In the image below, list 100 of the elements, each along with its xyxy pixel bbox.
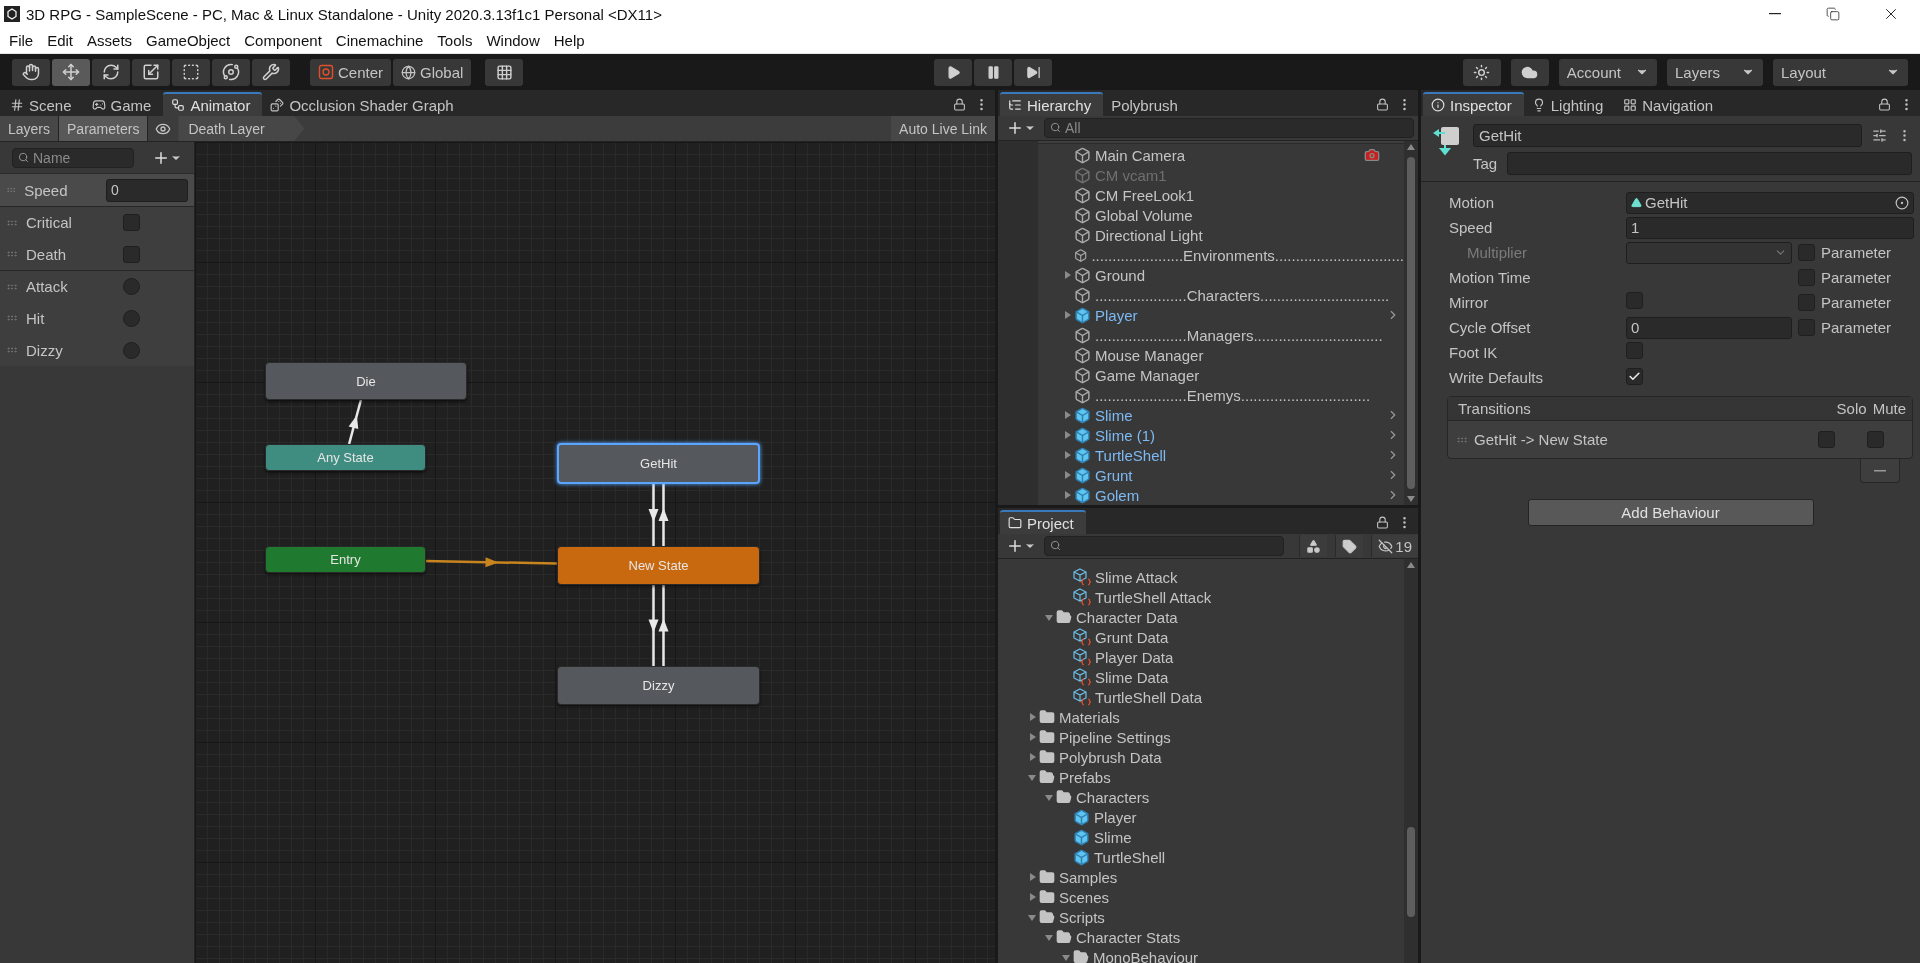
transition-arrow[interactable]: [648, 585, 659, 666]
trigger-toggle[interactable]: [123, 278, 140, 295]
scrollbar-track[interactable]: [1404, 141, 1418, 505]
hierarchy-item[interactable]: Ground: [1095, 266, 1146, 284]
transition-arrow[interactable]: [658, 585, 669, 666]
hierarchy-item[interactable]: Mouse Manager: [1095, 346, 1204, 364]
pivot-button[interactable]: Center: [310, 58, 392, 86]
project-item[interactable]: Pipeline Settings: [1059, 728, 1171, 746]
project-item[interactable]: Scenes: [1059, 888, 1110, 906]
tool-button[interactable]: [172, 58, 210, 86]
hierarchy-item[interactable]: CM FreeLook1: [1095, 186, 1195, 204]
checkbox[interactable]: [1626, 368, 1643, 385]
project-item[interactable]: Player: [1094, 808, 1137, 826]
state-node[interactable]: Dizzy: [557, 666, 760, 705]
parameter-row[interactable]: Speed 0: [0, 174, 194, 206]
object-name-field[interactable]: GetHit: [1473, 124, 1862, 147]
toolbar-dropdown[interactable]: Layout: [1773, 58, 1908, 86]
parameter-row[interactable]: Hit: [0, 302, 194, 334]
cloud-button[interactable]: [1510, 58, 1549, 86]
menu-item[interactable]: Tools: [430, 28, 480, 53]
expand-arrow-icon[interactable]: [1062, 270, 1072, 280]
project-item[interactable]: Slime Attack: [1095, 568, 1178, 586]
hierarchy-item[interactable]: Main Camera: [1095, 146, 1186, 164]
parameter-search-field[interactable]: Name: [12, 147, 134, 168]
remove-button[interactable]: [1860, 459, 1900, 483]
collapse-arrow-icon[interactable]: [1044, 612, 1054, 622]
scroll-thumb[interactable]: [1407, 157, 1415, 489]
hierarchy-item[interactable]: ......................Characters...............................: [1095, 286, 1390, 304]
project-search-field[interactable]: [1044, 536, 1284, 556]
hierarchy-item[interactable]: Grunt: [1095, 466, 1133, 484]
panel-tab[interactable]: Navigation: [1615, 92, 1726, 116]
mode-tab[interactable]: Parameters: [59, 116, 149, 141]
space-button[interactable]: Global: [393, 58, 472, 86]
number-field[interactable]: 1: [1626, 216, 1914, 239]
scroll-up-icon[interactable]: [1406, 143, 1416, 153]
parameter-row[interactable]: Dizzy: [0, 334, 194, 366]
scroll-thumb[interactable]: [1407, 827, 1415, 917]
expand-arrow-icon[interactable]: [1062, 310, 1072, 320]
create-button[interactable]: [1006, 119, 1036, 137]
hierarchy-search-field[interactable]: All: [1044, 118, 1414, 138]
solo-checkbox[interactable]: [1818, 431, 1835, 448]
parameter-checkbox[interactable]: [1798, 319, 1815, 336]
tool-button[interactable]: [252, 58, 290, 86]
parameter-value-field[interactable]: 0: [106, 178, 188, 202]
transition-arrow[interactable]: [658, 484, 669, 546]
transition-item[interactable]: GetHit -> New State: [1474, 431, 1812, 448]
playback-button[interactable]: [1014, 58, 1053, 86]
project-item[interactable]: Slime: [1094, 828, 1132, 846]
picker-icon[interactable]: [1895, 195, 1909, 210]
panel-tab[interactable]: Animator: [163, 92, 263, 116]
parameter-checkbox[interactable]: [123, 214, 140, 231]
project-item[interactable]: Slime Data: [1095, 668, 1169, 686]
filter-by-label-button[interactable]: [1335, 535, 1364, 557]
hierarchy-item[interactable]: Global Volume: [1095, 206, 1193, 224]
trigger-toggle[interactable]: [123, 341, 140, 359]
drag-handle-icon[interactable]: [6, 344, 18, 356]
hierarchy-item[interactable]: Slime: [1095, 406, 1133, 424]
mute-checkbox[interactable]: [1867, 431, 1884, 448]
panel-tab[interactable]: Polybrush: [1103, 92, 1190, 116]
parameter-checkbox[interactable]: [123, 245, 140, 263]
scrollbar-track[interactable]: [1404, 559, 1418, 963]
playback-button[interactable]: [934, 58, 973, 86]
menu-item[interactable]: Help: [546, 28, 592, 53]
project-item[interactable]: Materials: [1059, 708, 1120, 726]
tool-button[interactable]: [12, 58, 50, 86]
hierarchy-item[interactable]: Golem: [1095, 486, 1140, 504]
number-field[interactable]: 0: [1626, 316, 1792, 339]
menu-item[interactable]: Window: [479, 28, 547, 53]
state-node[interactable]: Entry: [265, 546, 426, 573]
sliders-icon[interactable]: [1872, 128, 1887, 143]
drag-handle-icon[interactable]: [6, 248, 18, 260]
tool-button[interactable]: [212, 58, 250, 86]
menu-item[interactable]: File: [2, 28, 41, 53]
panel-tab[interactable]: Scene: [2, 92, 84, 116]
parameter-row[interactable]: Critical: [0, 206, 194, 238]
lock-icon[interactable]: [953, 97, 966, 111]
transition-arrow[interactable]: [425, 557, 558, 568]
hidden-packages-button[interactable]: 19: [1371, 535, 1418, 557]
panel-tab[interactable]: Inspector: [1423, 92, 1524, 116]
panel-tab[interactable]: Occlusion Shader Graph: [262, 92, 466, 116]
project-item[interactable]: Scripts: [1059, 908, 1105, 926]
menu-item[interactable]: Edit: [40, 28, 81, 53]
menu-item[interactable]: Component: [237, 28, 329, 53]
hierarchy-item[interactable]: ......................Environments...............................: [1091, 246, 1404, 264]
hierarchy-item[interactable]: TurtleShell: [1095, 446, 1167, 464]
motion-field[interactable]: GetHit: [1626, 191, 1914, 214]
tag-field[interactable]: [1507, 152, 1912, 175]
checkbox[interactable]: [1626, 292, 1643, 309]
hierarchy-item[interactable]: ......................Managers...............................: [1095, 326, 1383, 344]
hierarchy-item[interactable]: Game Manager: [1095, 366, 1200, 384]
project-item[interactable]: TurtleShell: [1094, 848, 1166, 866]
project-item[interactable]: Character Stats: [1076, 928, 1181, 946]
menu-item[interactable]: Cinemachine: [328, 28, 431, 53]
toolbar-dropdown[interactable]: Layers: [1667, 58, 1763, 86]
project-item[interactable]: Character Data: [1076, 608, 1178, 626]
lock-icon[interactable]: [1376, 515, 1389, 529]
snap-button[interactable]: [485, 58, 524, 86]
parameter-checkbox[interactable]: [1798, 269, 1815, 286]
parameter-row[interactable]: Death: [0, 238, 194, 270]
hierarchy-item[interactable]: Directional Light: [1095, 226, 1203, 244]
